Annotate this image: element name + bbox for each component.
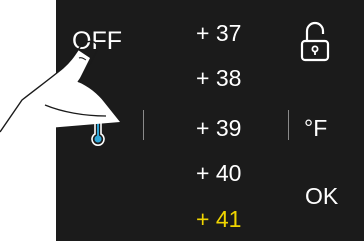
temperature-option[interactable]: + 39 — [196, 117, 241, 140]
thermometer-icon — [91, 101, 105, 146]
temperature-option[interactable]: + 37 — [196, 22, 241, 45]
temperature-option[interactable]: + 40 — [196, 162, 241, 185]
ok-button[interactable]: OK — [305, 185, 338, 208]
off-button[interactable]: OFF — [72, 29, 122, 54]
temperature-option[interactable]: + 38 — [196, 67, 241, 90]
padlock-unlocked-icon[interactable] — [299, 18, 333, 62]
divider — [143, 110, 144, 140]
control-panel-screen: OFF + 37 + 38 + 39 + 40 + 41 °F OK — [0, 0, 364, 241]
unit-toggle-button[interactable]: °F — [304, 117, 327, 140]
temperature-option-selected[interactable]: + 41 — [196, 208, 241, 231]
divider — [288, 110, 289, 140]
